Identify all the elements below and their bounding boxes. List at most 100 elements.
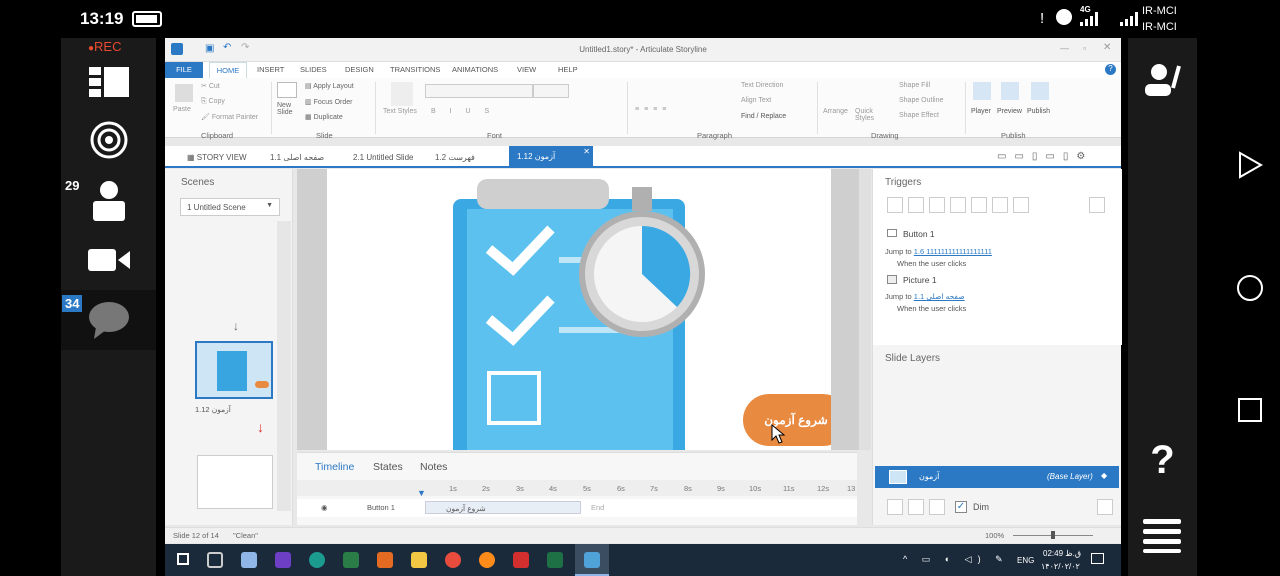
close-button[interactable]: ✕ xyxy=(1103,42,1111,53)
raise-hand-button[interactable] xyxy=(1128,48,1197,108)
duplicate-button[interactable]: ▦ Duplicate xyxy=(305,113,343,121)
shape-fill-button[interactable]: Shape Fill xyxy=(899,82,930,89)
file-explorer-icon[interactable] xyxy=(411,552,427,568)
focus-order-button[interactable]: ▥ Focus Order xyxy=(305,98,352,106)
excel-icon[interactable] xyxy=(547,552,563,568)
delete-trigger-icon[interactable] xyxy=(971,197,987,213)
help-button[interactable]: ? xyxy=(1128,430,1197,490)
align-buttons[interactable]: ≡≡≡≡ xyxy=(635,106,671,113)
slide-tab-2[interactable]: 2.1 Untitled Slide xyxy=(353,153,413,162)
tab-view[interactable]: VIEW xyxy=(517,65,536,74)
publish-button[interactable]: Publish xyxy=(1027,108,1050,115)
trigger-target-link-1[interactable]: 1.6 111111111111111111 xyxy=(914,247,992,256)
preview-icon[interactable] xyxy=(1001,82,1019,100)
tab-timeline[interactable]: Timeline xyxy=(315,461,354,473)
shape-effect-button[interactable]: Shape Effect xyxy=(899,112,939,119)
trigger-options-icon[interactable] xyxy=(1089,197,1105,213)
nav-home-button[interactable] xyxy=(1228,266,1272,310)
tab-animations[interactable]: ANIMATIONS xyxy=(452,65,498,74)
duplicate-layer-icon[interactable] xyxy=(908,499,924,515)
new-slide-icon[interactable] xyxy=(277,82,297,98)
input-language[interactable]: ENG xyxy=(1017,556,1034,565)
trigger-target-link-2[interactable]: 1.1 صفحه اصلی xyxy=(914,292,965,301)
find-replace-button[interactable]: Find / Replace xyxy=(741,113,786,120)
text-direction-button[interactable]: Text Direction xyxy=(741,82,783,89)
font-family-select[interactable] xyxy=(425,84,533,98)
target-button[interactable] xyxy=(61,110,156,170)
tab-design[interactable]: DESIGN xyxy=(345,65,374,74)
new-trigger-icon[interactable] xyxy=(887,197,903,213)
quick-styles-button[interactable]: Quick Styles xyxy=(855,108,885,122)
tab-home[interactable]: HOME xyxy=(209,62,247,78)
delete-layer-icon[interactable] xyxy=(929,499,945,515)
layer-settings-icon[interactable]: ◆ xyxy=(1101,471,1107,480)
font-format-buttons[interactable]: B I U S xyxy=(431,108,495,115)
cut-button[interactable]: ✂ Cut xyxy=(201,82,220,90)
app-icon-3[interactable] xyxy=(309,552,325,568)
dim-checkbox[interactable]: ✓ xyxy=(955,501,967,513)
edit-trigger-icon[interactable] xyxy=(908,197,924,213)
menu-button[interactable] xyxy=(1128,506,1197,566)
tab-states[interactable]: States xyxy=(373,461,403,473)
task-view-icon[interactable] xyxy=(207,552,223,568)
slide-tab-4-active[interactable]: 1.12 آزمون ✕ xyxy=(509,146,593,168)
tab-transitions[interactable]: TRANSITIONS xyxy=(390,65,440,74)
copy-trigger-icon[interactable] xyxy=(929,197,945,213)
tab-file[interactable]: FILE xyxy=(165,62,203,78)
new-layer-icon[interactable] xyxy=(887,499,903,515)
apply-layout-button[interactable]: ▤ Apply Layout xyxy=(305,82,354,90)
format-painter-button[interactable]: 🖌 Format Painter xyxy=(201,113,258,121)
move-up-icon[interactable] xyxy=(992,197,1008,213)
scene-select[interactable]: 1 Untitled Scene ▼ xyxy=(180,198,280,216)
shape-outline-button[interactable]: Shape Outline xyxy=(899,97,943,104)
close-tab-icon[interactable]: ✕ xyxy=(583,147,590,156)
tray-date[interactable]: ۱۴۰۲/۰۲/۰۲ xyxy=(1041,562,1080,571)
firefox-icon[interactable] xyxy=(479,552,495,568)
scenes-scrollbar[interactable] xyxy=(277,221,291,511)
zoom-slider-handle[interactable] xyxy=(1051,531,1055,539)
timeline-row[interactable]: ◉ Button 1 شروع آزمون End xyxy=(297,499,857,517)
storyline-taskbar-button[interactable] xyxy=(575,544,609,576)
tab-insert[interactable]: INSERT xyxy=(257,65,284,74)
notification-icon[interactable] xyxy=(1091,553,1104,564)
align-text-button[interactable]: Align Text xyxy=(741,97,771,104)
nav-back-button[interactable] xyxy=(1228,143,1272,187)
player-button[interactable]: Player xyxy=(971,108,991,115)
preview-button[interactable]: Preview xyxy=(997,108,1022,115)
chrome-icon[interactable] xyxy=(445,552,461,568)
slide-thumbnail-selected[interactable] xyxy=(195,341,273,399)
help-icon[interactable]: ? xyxy=(1105,64,1116,75)
new-slide-button[interactable]: New Slide xyxy=(277,102,305,116)
layer-gear-icon[interactable] xyxy=(1097,499,1113,515)
nav-recents-button[interactable] xyxy=(1228,388,1272,432)
paste-trigger-icon[interactable] xyxy=(950,197,966,213)
windows-start-icon[interactable] xyxy=(177,553,189,565)
minimize-button[interactable]: — xyxy=(1060,43,1069,53)
app-icon-2[interactable] xyxy=(275,552,291,568)
copy-button[interactable]: ⎘ Copy xyxy=(201,98,225,106)
slide-thumbnail-next[interactable] xyxy=(197,455,273,509)
slide-tab-3[interactable]: 1.2 فهرست xyxy=(435,153,475,162)
arrange-button[interactable]: Arrange xyxy=(823,108,848,115)
timeline-bar[interactable]: شروع آزمون xyxy=(425,501,581,514)
timeline-ruler[interactable]: 1s 2s 3s 4s 5s 6s 7s 8s 9s 10s 11s 12s 1… xyxy=(297,480,857,498)
playhead-icon[interactable]: ▼ xyxy=(417,488,426,498)
camera-button[interactable] xyxy=(61,230,156,290)
slide-tab-1[interactable]: 1.1 صفحه اصلی xyxy=(270,153,324,162)
acrobat-icon[interactable] xyxy=(513,552,529,568)
stage-scrollbar[interactable] xyxy=(859,169,871,450)
story-view-tab[interactable]: ▦ STORY VIEW xyxy=(187,153,247,162)
view-toggles[interactable]: ▭▭▯▭▯⚙ xyxy=(997,151,1107,163)
eye-icon[interactable]: ◉ xyxy=(321,503,328,512)
paste-button[interactable]: Paste xyxy=(173,106,191,113)
start-quiz-button[interactable]: شروع آزمون xyxy=(743,394,831,446)
tray-time[interactable]: 02:49 ق.ظ xyxy=(1043,549,1081,558)
tab-slides[interactable]: SLIDES xyxy=(300,65,327,74)
paste-icon[interactable] xyxy=(175,84,193,102)
maximize-button[interactable]: ▫ xyxy=(1083,43,1086,53)
move-down-icon[interactable] xyxy=(1013,197,1029,213)
text-styles-button[interactable]: Text Styles xyxy=(383,108,417,115)
tray-icons[interactable]: ^ ▭ ◐ ◁) ✎ xyxy=(903,554,1009,565)
tab-help[interactable]: HELP xyxy=(558,65,578,74)
base-layer-row[interactable]: آزمون (Base Layer) ◆ xyxy=(875,466,1119,488)
